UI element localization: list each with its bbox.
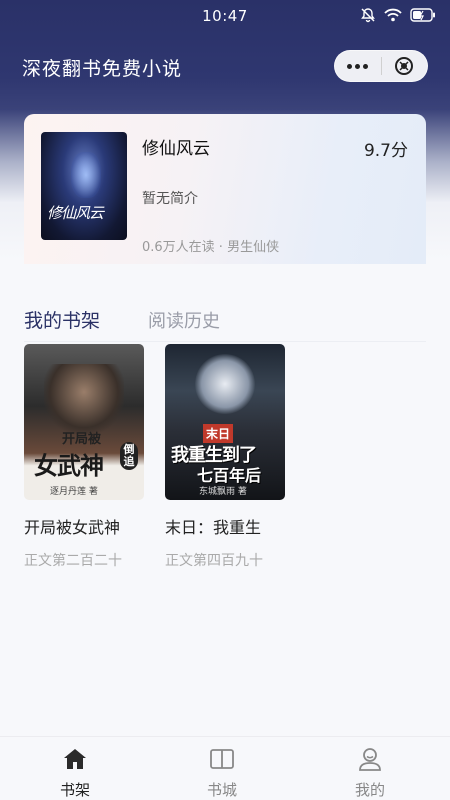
- tabbar-label: 我的: [354, 781, 385, 799]
- nav-bar: 深夜翻书免费小说: [0, 46, 450, 88]
- close-circle-icon: [395, 57, 414, 75]
- shelf-book-item[interactable]: 开局被 女武神 倒追 逐月丹莲 著 开局被女武神 正文第二百二十: [24, 344, 144, 570]
- more-icon: [347, 63, 369, 69]
- book-cover[interactable]: 末日 我重生到了 七百年后 东城飘雨 著: [165, 344, 285, 500]
- tabbar-item-shelf[interactable]: 书架: [45, 745, 105, 800]
- tab-reading-history[interactable]: 阅读历史: [148, 307, 220, 333]
- featured-book-description: 暂无简介: [142, 191, 198, 207]
- book-progress: 正文第二百二十: [24, 553, 122, 569]
- close-button[interactable]: [381, 51, 427, 81]
- status-icons: [360, 7, 436, 23]
- tabbar-label: 书架: [59, 781, 90, 799]
- shelf-book-item[interactable]: 末日 我重生到了 七百年后 东城飘雨 著 末日：我重生 正文第四百九十: [165, 344, 285, 570]
- tabbar-item-bookstore[interactable]: 书城: [192, 745, 252, 800]
- book-cover-text: 女武神: [34, 451, 104, 480]
- book-cover[interactable]: 开局被 女武神 倒追 逐月丹莲 著: [24, 344, 144, 500]
- bottom-tab-bar: 书架 书城 我的: [0, 736, 450, 800]
- featured-cover-text: 修仙风云: [47, 204, 104, 222]
- mute-icon: [360, 7, 376, 23]
- featured-book-score: 9.7分: [363, 141, 408, 161]
- book-title: 末日：我重生: [165, 518, 262, 537]
- shelf-tabs: 我的书架 阅读历史: [24, 306, 426, 342]
- book-open-icon: [192, 745, 252, 773]
- tabbar-label: 书城: [206, 781, 237, 799]
- more-button[interactable]: [335, 51, 381, 81]
- status-bar: 10:47: [0, 0, 450, 32]
- book-title: 开局被女武神: [24, 518, 121, 537]
- featured-book-card[interactable]: 修仙风云 修仙风云 9.7分 暂无简介 0.6万人在读 · 男生仙侠: [24, 114, 426, 264]
- miniprogram-capsule: [334, 50, 428, 82]
- status-time: 10:47: [202, 7, 248, 25]
- featured-book-meta: 0.6万人在读 · 男生仙侠: [142, 240, 280, 255]
- book-progress: 正文第四百九十: [165, 553, 263, 569]
- home-icon: [45, 745, 105, 773]
- wifi-icon: [384, 8, 402, 22]
- book-cover-text: 倒追: [120, 442, 138, 470]
- book-cover-text: 七百年后: [197, 466, 262, 485]
- book-cover-text: 开局被: [62, 432, 102, 447]
- tabbar-item-mine[interactable]: 我的: [340, 745, 400, 800]
- book-cover-author: 逐月丹莲 著: [50, 487, 98, 497]
- featured-book-cover[interactable]: 修仙风云: [41, 132, 127, 240]
- battery-icon: [410, 8, 436, 22]
- book-cover-author: 东城飘雨 著: [199, 487, 247, 497]
- user-icon: [340, 745, 400, 773]
- tab-my-shelf[interactable]: 我的书架: [24, 306, 100, 333]
- page-title: 深夜翻书免费小说: [22, 58, 183, 80]
- featured-book-title: 修仙风云: [142, 139, 210, 159]
